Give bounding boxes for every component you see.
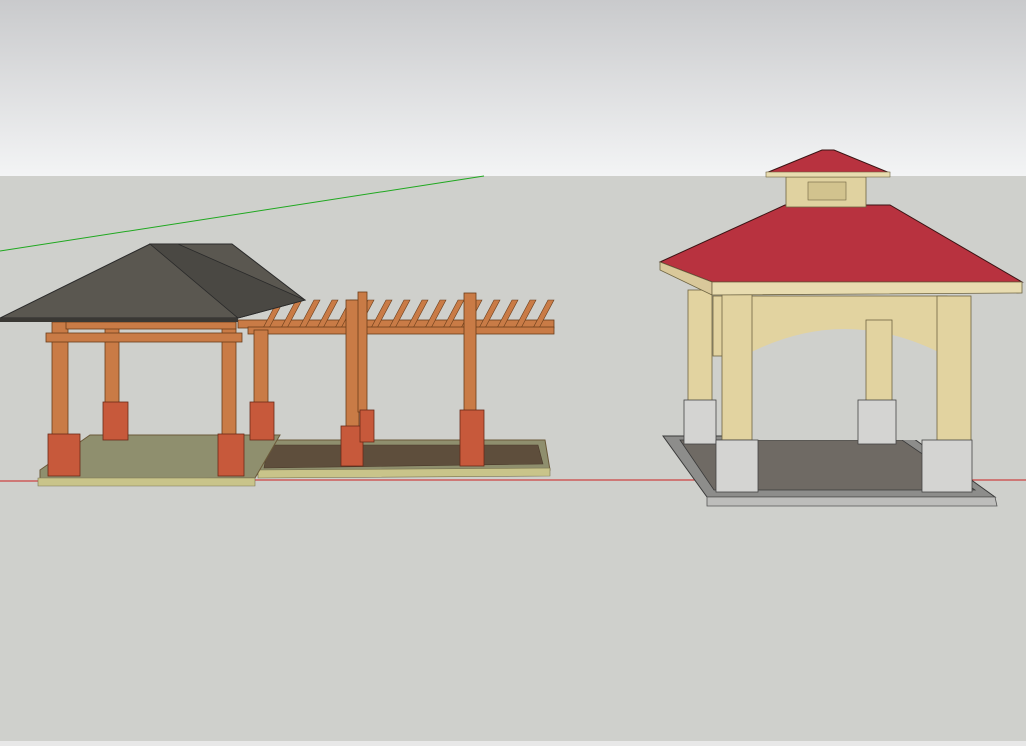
pavilion-beam (45, 332, 243, 343)
pergola-floor-inlay (263, 444, 544, 469)
3d-viewport[interactable] (0, 0, 1026, 746)
scene-canvas (0, 149, 1026, 507)
gazebo-fascia-front (711, 281, 1023, 296)
pavilion-back-beam (65, 321, 237, 330)
hip-roof-pavilion-with-pergola[interactable] (0, 243, 555, 487)
gazebo-roof (658, 204, 1024, 283)
pavilion-floor-edge (37, 477, 256, 487)
cupola-roof (765, 149, 891, 174)
pergola-front-beam (247, 326, 555, 335)
green-axis-line (0, 175, 485, 252)
gazebo-base-edge (706, 496, 998, 507)
cupola-vent (807, 181, 847, 201)
red-roof-gazebo-with-cupola[interactable] (658, 149, 1024, 507)
cupola-fascia (765, 171, 891, 178)
pergola-floor-edge (257, 467, 551, 479)
gazebo-arch-opening (740, 329, 950, 440)
pavilion-roof-edge (0, 318, 238, 322)
